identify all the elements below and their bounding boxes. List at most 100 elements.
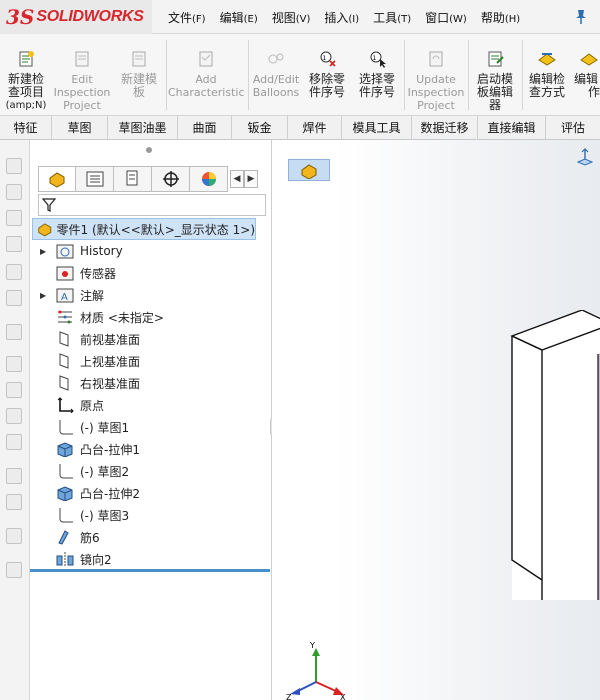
expand-arrow-icon[interactable]: ▶: [40, 291, 48, 300]
tab-weldments[interactable]: 焊件: [288, 116, 342, 140]
wrap-icon[interactable]: [6, 494, 22, 510]
new-template-icon: [132, 51, 146, 67]
inspection-method-icon: [538, 53, 556, 66]
add-edit-balloons-button[interactable]: Add/Edit Balloons: [250, 50, 302, 99]
configuration-manager-icon: [126, 170, 137, 186]
update-inspection-project-button[interactable]: Update Inspection Project: [406, 50, 466, 112]
edit-operation-button[interactable]: 编辑 作: [574, 50, 600, 99]
part-model-box: [510, 310, 600, 600]
edit-operation-icon: [580, 53, 598, 66]
plane-icon: [59, 353, 69, 369]
part-icon: [38, 223, 52, 237]
svg-text:A: A: [61, 292, 68, 303]
command-tabs: 特征 草图 草图油墨 曲面 钣金 焊件 模具工具 数据迁移 直接编辑 评估: [0, 116, 600, 140]
boss-extrude-icon: [57, 442, 73, 457]
edit-inspection-method-button[interactable]: 编辑检 查方式: [524, 50, 570, 99]
feature-manager-tab[interactable]: [38, 166, 76, 192]
feature-manager-panel: ◀ ▶ 零件1 (默认<<默认>_显示状态 1>) ▶ History 传感器 …: [30, 140, 272, 700]
dimxpert-manager-tab[interactable]: [152, 166, 190, 192]
tabs-scroll-left-icon[interactable]: ◀: [230, 170, 244, 188]
tab-sketch-ink[interactable]: 草图油墨: [108, 116, 178, 140]
triad-z-label: Z: [286, 693, 292, 700]
expand-arrow-icon[interactable]: ▶: [40, 247, 48, 256]
intersect-icon[interactable]: [6, 528, 22, 544]
history-folder-icon: [56, 244, 74, 259]
mirror-tool-icon[interactable]: [6, 382, 22, 398]
sketch-icon: [59, 508, 73, 523]
tab-direct-editing[interactable]: 直接编辑: [478, 116, 546, 140]
tab-surfaces[interactable]: 曲面: [178, 116, 232, 140]
property-manager-tab[interactable]: [76, 166, 114, 192]
part-root-node[interactable]: 零件1 (默认<<默认>_显示状态 1>): [32, 218, 256, 240]
triad-y-label: Y: [309, 641, 315, 650]
add-characteristic-button[interactable]: Add Characteristic: [168, 50, 245, 99]
tab-sheet-metal[interactable]: 钣金: [232, 116, 288, 140]
sweep-icon[interactable]: [6, 210, 22, 226]
tab-data-migration[interactable]: 数据迁移: [412, 116, 478, 140]
property-manager-icon: [86, 171, 103, 187]
heads-up-part-button[interactable]: [288, 159, 330, 181]
toolbar-separator: [522, 40, 523, 110]
extrude-boss-icon[interactable]: [6, 158, 22, 174]
pin-icon[interactable]: [574, 9, 588, 25]
menu-bar: 3S SOLIDWORKS 文件(F) 编辑(E) 视图(V) 插入(I) 工具…: [0, 0, 600, 34]
remove-balloon-icon: 1: [320, 51, 336, 67]
feature-manager-tabs: ◀ ▶: [38, 166, 272, 192]
svg-text:1: 1: [373, 55, 377, 62]
reference-geometry-icon[interactable]: [6, 408, 22, 424]
main-menu: 文件(F) 编辑(E) 视图(V) 插入(I) 工具(T) 窗口(W) 帮助(H…: [168, 0, 534, 34]
plane-icon: [59, 331, 69, 347]
tab-evaluate[interactable]: 评估: [546, 116, 600, 140]
new-inspection-project-button[interactable]: 新建检 查项目 (amp;N): [4, 50, 48, 112]
panel-grip-handle[interactable]: [146, 147, 152, 153]
tab-sketch[interactable]: 草图: [52, 116, 108, 140]
logo-text: SOLIDWORKS: [36, 8, 144, 25]
plane-icon: [59, 375, 69, 391]
menu-help[interactable]: 帮助(H): [481, 9, 520, 26]
rib-icon: [58, 530, 69, 545]
edit-inspection-icon: [75, 51, 89, 67]
loft-icon[interactable]: [6, 236, 22, 252]
balloons-icon: [268, 53, 284, 64]
menu-edit[interactable]: 编辑(E): [220, 9, 258, 26]
configuration-manager-tab[interactable]: [114, 166, 152, 192]
feature-manager-icon: [49, 172, 65, 188]
revolve-icon[interactable]: [6, 184, 22, 200]
hole-wizard-icon[interactable]: [6, 562, 22, 578]
crosshair-icon: [162, 171, 179, 187]
instant3d-icon[interactable]: [6, 468, 22, 484]
rollback-bar[interactable]: [30, 569, 270, 572]
svg-text:1: 1: [323, 55, 327, 62]
menu-window[interactable]: 窗口(W): [425, 9, 467, 26]
new-inspection-icon: [19, 51, 34, 67]
menu-view[interactable]: 视图(V): [272, 9, 311, 26]
edit-inspection-project-button[interactable]: Edit Inspection Project: [52, 50, 112, 112]
shell-icon[interactable]: [6, 356, 22, 372]
remove-balloon-button[interactable]: 1 移除零 件序号: [304, 50, 350, 99]
menu-insert[interactable]: 插入(I): [324, 9, 359, 26]
tabs-scroll-right-icon[interactable]: ▶: [244, 170, 258, 188]
sketch-icon: [59, 420, 73, 435]
menu-tools[interactable]: 工具(T): [373, 9, 411, 26]
menu-file[interactable]: 文件(F): [168, 9, 206, 26]
launch-template-editor-button[interactable]: 启动模 板编辑 器: [470, 50, 520, 112]
part-icon: [301, 164, 317, 179]
curves-icon[interactable]: [6, 434, 22, 450]
sensor-icon: [56, 266, 74, 281]
solidworks-logo[interactable]: 3S SOLIDWORKS: [0, 0, 152, 34]
fillet-icon[interactable]: [6, 264, 22, 280]
select-balloon-button[interactable]: 1 选择零 件序号: [354, 50, 400, 99]
update-inspection-icon: [429, 51, 443, 67]
add-characteristic-icon: [199, 51, 213, 67]
chamfer-icon[interactable]: [6, 290, 22, 306]
tree-filter-field[interactable]: [38, 194, 266, 216]
display-manager-tab[interactable]: [190, 166, 228, 192]
pattern-icon[interactable]: [6, 324, 22, 340]
view-orientation-icon[interactable]: [577, 148, 593, 166]
tab-mold-tools[interactable]: 模具工具: [342, 116, 412, 140]
new-template-button[interactable]: 新建模 板: [116, 50, 162, 99]
tab-features[interactable]: 特征: [0, 116, 52, 140]
mirror-icon: [56, 552, 74, 566]
graphics-area[interactable]: Y X Z: [272, 140, 600, 700]
boss-extrude-icon: [57, 486, 73, 501]
